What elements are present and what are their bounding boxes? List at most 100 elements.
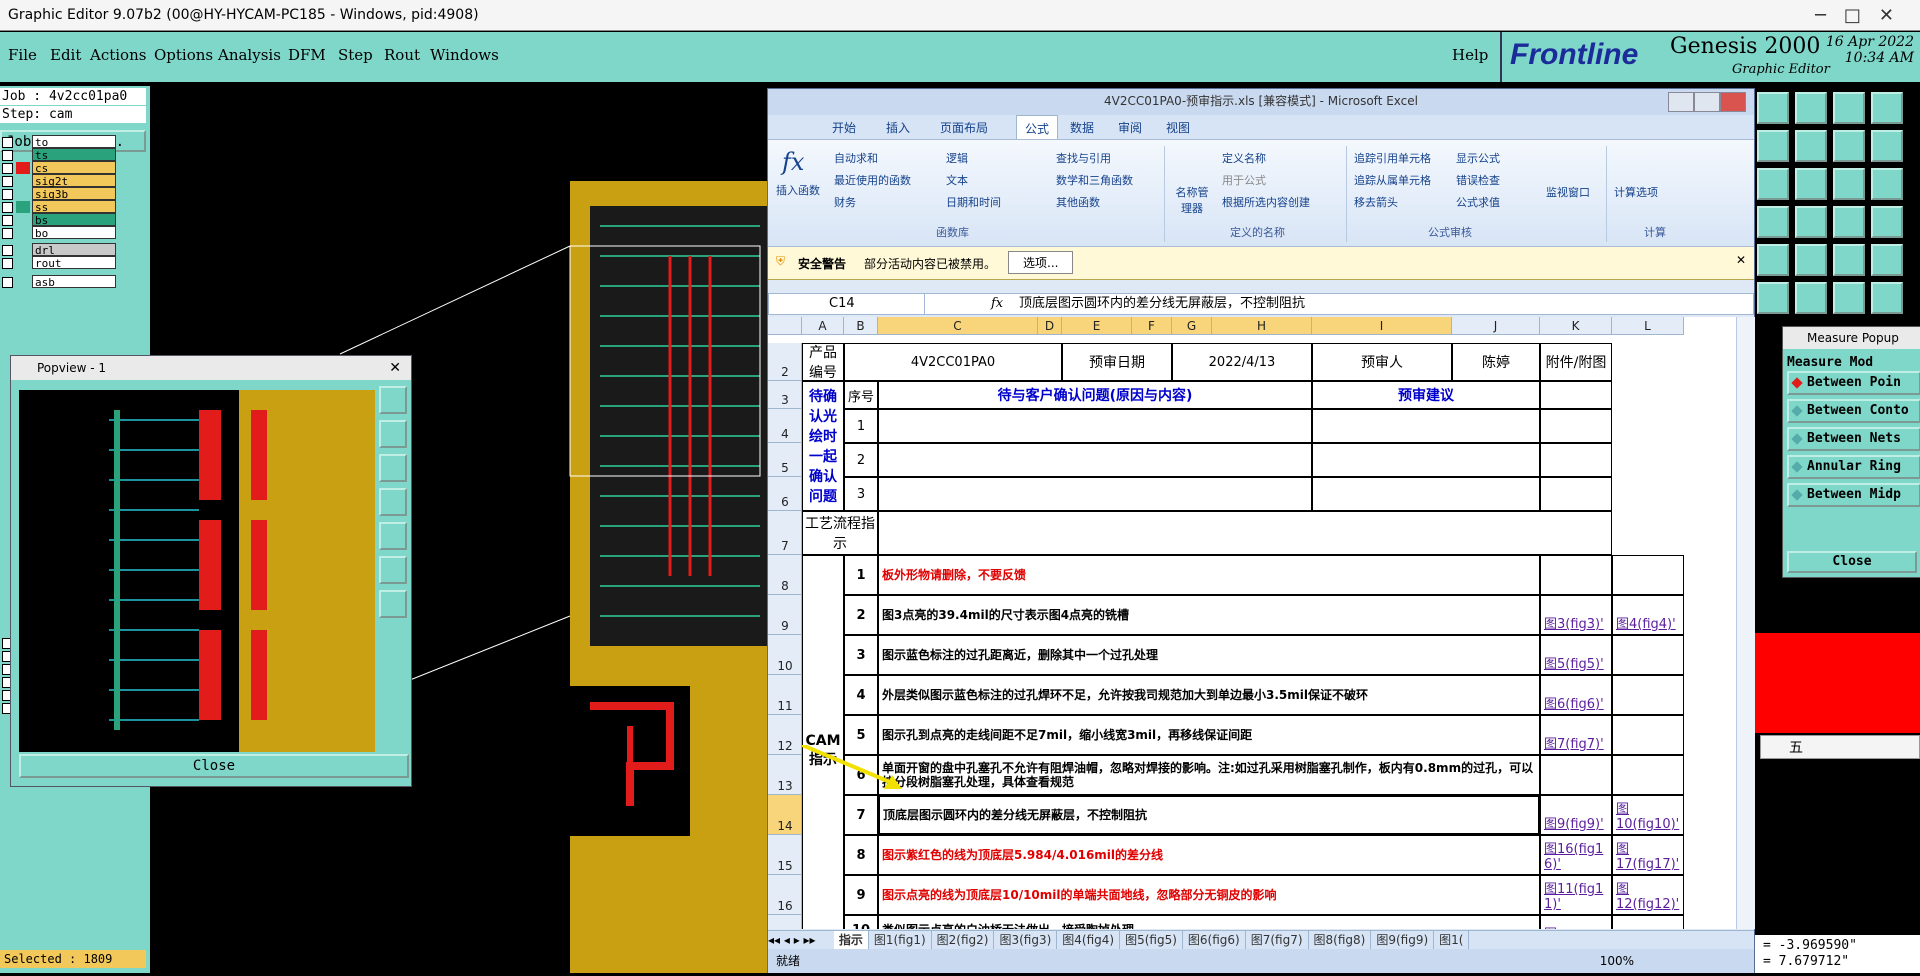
- layer-checkbox[interactable]: [2, 258, 13, 269]
- column-header[interactable]: H: [1212, 317, 1312, 335]
- measure-option-between-midpoints[interactable]: Between Midp: [1787, 483, 1920, 507]
- menu-file[interactable]: File: [8, 46, 37, 64]
- date-cell[interactable]: 2022/4/13: [1172, 343, 1312, 381]
- insert-function-icon[interactable]: fx: [782, 148, 804, 176]
- tab-review[interactable]: 审阅: [1118, 119, 1142, 136]
- instruction-cell[interactable]: 图示孔到点亮的走线间距不足7mil，缩小线宽3mil，再移线保证间距: [878, 715, 1540, 755]
- instruction-cell[interactable]: 图3点亮的39.4mil的尺寸表示图4点亮的铣槽: [878, 595, 1540, 635]
- sheet-tab[interactable]: 图9(fig9): [1371, 931, 1435, 949]
- figure-link-cell[interactable]: [1540, 555, 1612, 595]
- tool-button[interactable]: [1871, 206, 1903, 238]
- seq-cell[interactable]: 10: [844, 915, 878, 929]
- define-name-button[interactable]: 定义名称: [1222, 150, 1266, 166]
- popview-close-button[interactable]: Close: [19, 754, 409, 778]
- create-from-selection-button[interactable]: 根据所选内容创建: [1222, 194, 1310, 210]
- menu-options[interactable]: Options: [154, 46, 213, 64]
- layer-checkbox[interactable]: [2, 202, 13, 213]
- tool-button[interactable]: [1833, 168, 1865, 200]
- measure-option-annular-ring[interactable]: Annular Ring: [1787, 455, 1920, 479]
- instruction-cell[interactable]: 图示蓝色标注的过孔距离近，删除其中一个过孔处理: [878, 635, 1540, 675]
- seq-cell[interactable]: 8: [844, 835, 878, 875]
- reviewer-cell[interactable]: 陈婷: [1452, 343, 1540, 381]
- issue-cell[interactable]: [878, 409, 1312, 443]
- attach-cell[interactable]: [1540, 443, 1612, 477]
- attach-cell[interactable]: [1540, 409, 1612, 443]
- instruction-cell[interactable]: 类似图示点亮的白油桥无法做出，接受陶掉处理: [878, 915, 1540, 929]
- sheet-tab[interactable]: 图4(fig4): [1057, 931, 1121, 949]
- layer-checkbox[interactable]: [2, 137, 13, 148]
- tool-button[interactable]: [1833, 244, 1865, 276]
- menu-step[interactable]: Step: [338, 46, 373, 64]
- instruction-cell[interactable]: 外层类似图示蓝色标注的过孔焊环不足，允许按我司规范加大到单边最小3.5mil保证…: [878, 675, 1540, 715]
- recent-functions-button[interactable]: 最近使用的函数: [834, 172, 911, 188]
- layer-checkbox[interactable]: [2, 277, 13, 288]
- figure-link-cell[interactable]: [1612, 915, 1684, 929]
- tool-button[interactable]: [1795, 92, 1827, 124]
- popview-save-button[interactable]: [379, 454, 407, 482]
- row-header[interactable]: 4: [768, 409, 802, 443]
- row-header[interactable]: 13: [768, 755, 802, 795]
- instruction-cell[interactable]: 顶底层图示圆环内的差分线无屏蔽层，不控制阻抗: [878, 795, 1540, 835]
- tool-button[interactable]: [1833, 206, 1865, 238]
- sheet-tab[interactable]: 图8(fig8): [1309, 931, 1372, 949]
- row-header[interactable]: 10: [768, 635, 802, 675]
- popview-fit-button[interactable]: [379, 556, 407, 584]
- column-header[interactable]: J: [1452, 317, 1540, 335]
- measure-option-between-contours[interactable]: Between Conto: [1787, 399, 1920, 423]
- issue-cell[interactable]: [878, 443, 1312, 477]
- date-label-cell[interactable]: 预审日期: [1062, 343, 1172, 381]
- column-header[interactable]: G: [1172, 317, 1212, 335]
- worksheet-grid[interactable]: ABCDEFGHIJKL234567891011121314151617产品编号…: [768, 317, 1736, 929]
- error-checking-button[interactable]: 错误检查: [1456, 172, 1500, 188]
- row-header[interactable]: 6: [768, 477, 802, 511]
- menu-dfm[interactable]: DFM: [288, 46, 326, 64]
- row-header[interactable]: 3: [768, 381, 802, 409]
- tool-button[interactable]: [1757, 244, 1789, 276]
- row-header[interactable]: 5: [768, 443, 802, 477]
- column-header[interactable]: A: [802, 317, 844, 335]
- layer-checkbox[interactable]: [2, 150, 13, 161]
- figure-link-cell[interactable]: 图: [1540, 915, 1612, 929]
- seq-cell[interactable]: 3: [844, 477, 878, 511]
- advice-cell[interactable]: [1312, 409, 1540, 443]
- figure-link-cell[interactable]: 图16(fig16)': [1540, 835, 1612, 875]
- column-header[interactable]: I: [1312, 317, 1452, 335]
- seq-cell[interactable]: 2: [844, 595, 878, 635]
- layer-row[interactable]: rout: [0, 256, 118, 270]
- sheet-tab[interactable]: 图3(fig3): [994, 931, 1058, 949]
- layer-checkbox[interactable]: [2, 245, 13, 256]
- close-icon[interactable]: [1720, 92, 1746, 112]
- menu-help[interactable]: Help: [1452, 46, 1488, 64]
- sheet-tab[interactable]: 图6(fig6): [1183, 931, 1246, 949]
- tool-button[interactable]: [1757, 282, 1789, 314]
- trace-dependents-button[interactable]: 追踪从属单元格: [1354, 172, 1431, 188]
- layer-row[interactable]: sig3b: [0, 187, 118, 201]
- layer-checkbox[interactable]: [2, 215, 13, 226]
- row-header[interactable]: 14: [768, 795, 802, 835]
- seq-cell[interactable]: 1: [844, 555, 878, 595]
- sheet-nav-arrows[interactable]: ◂◂ ◂ ▸ ▸▸: [768, 931, 830, 949]
- minimize-icon[interactable]: [1668, 92, 1694, 112]
- seq-cell[interactable]: 3: [844, 635, 878, 675]
- column-header[interactable]: F: [1132, 317, 1172, 335]
- layer-row[interactable]: bo: [0, 226, 118, 240]
- maximize-icon[interactable]: [1694, 92, 1720, 112]
- tool-button[interactable]: [1871, 244, 1903, 276]
- tool-button[interactable]: [1795, 282, 1827, 314]
- issue-cell[interactable]: [878, 477, 1312, 511]
- menu-windows[interactable]: Windows: [430, 46, 499, 64]
- tool-button[interactable]: [1795, 130, 1827, 162]
- close-icon[interactable]: ✕: [389, 356, 401, 380]
- column-header[interactable]: B: [844, 317, 878, 335]
- popview-paste-button[interactable]: [379, 522, 407, 550]
- formula-input[interactable]: 顶底层图示圆环内的差分线无屏蔽层，不控制阻抗: [1019, 294, 1305, 314]
- instruction-cell[interactable]: 单面开窗的盘中孔塞孔不允许有阻焊油帽，忽略对焊接的影响。注:如过孔采用树脂塞孔制…: [878, 755, 1540, 795]
- more-functions-button[interactable]: 其他函数: [1056, 194, 1100, 210]
- seq-label-cell[interactable]: 序号: [844, 381, 878, 409]
- layer-row[interactable]: drl: [0, 243, 118, 257]
- instruction-cell[interactable]: 图示紫红色的线为顶底层5.984/4.016mil的差分线: [878, 835, 1540, 875]
- tab-insert[interactable]: 插入: [886, 119, 910, 136]
- tool-button[interactable]: [1757, 168, 1789, 200]
- layer-row[interactable]: asb: [0, 275, 118, 289]
- tool-button[interactable]: [1795, 244, 1827, 276]
